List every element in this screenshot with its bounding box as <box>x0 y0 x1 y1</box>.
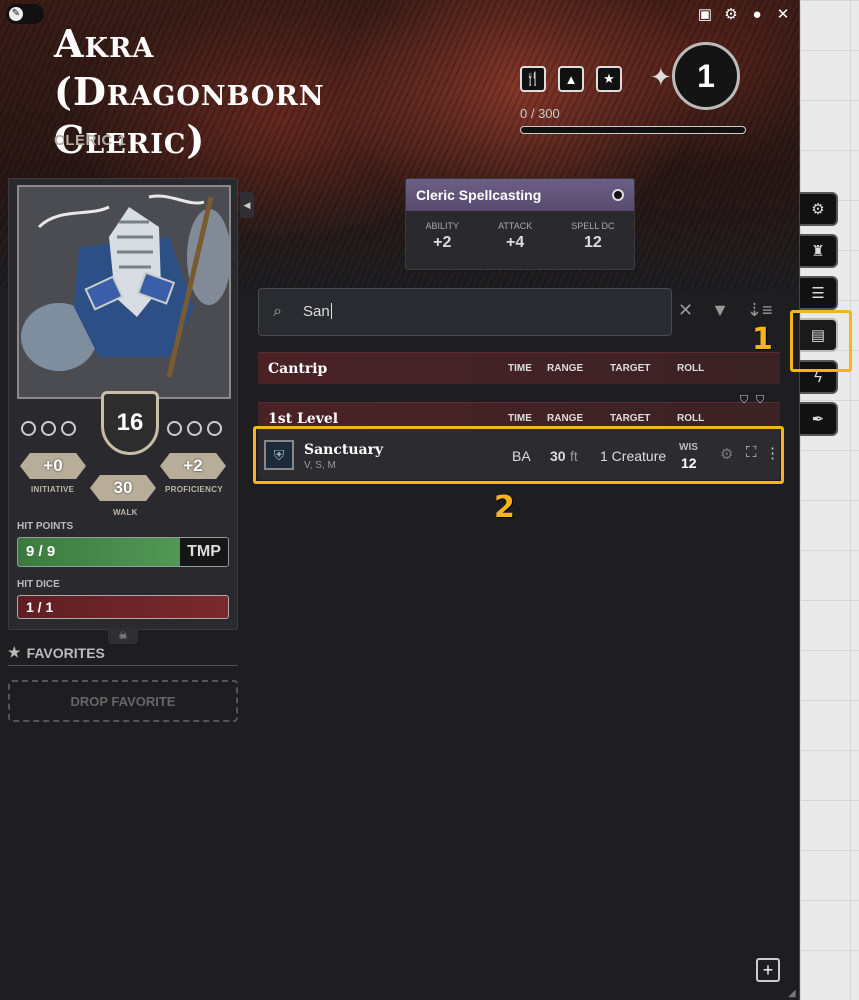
search-input[interactable]: San <box>303 303 332 320</box>
xp-bar[interactable] <box>520 126 746 134</box>
spell-dc-value: 12 <box>583 234 602 251</box>
spell-dc-label: SPELL DC <box>571 221 615 231</box>
search-icon: ⌕ <box>273 303 282 320</box>
tab-biography[interactable]: ✒ <box>800 402 838 436</box>
initiative-label: INITIATIVE <box>31 485 75 494</box>
proficiency-value: +2 <box>160 453 226 479</box>
annotation-label-1: 1 <box>752 322 773 357</box>
window-controls: ▣ ⚙ ● ✕ <box>697 6 791 24</box>
pip[interactable] <box>21 421 36 436</box>
level-badge[interactable]: 1 <box>672 42 740 110</box>
hit-points-label: HIT POINTS <box>17 521 74 532</box>
column-range: RANGE <box>547 413 584 424</box>
spell-search-box[interactable]: ⌕ San <box>258 288 672 336</box>
walk-speed-label: WALK <box>113 508 138 517</box>
spellcasting-stats: ABILITY +2 ATTACK +4 SPELL DC 12 <box>406 211 634 252</box>
inspiration-icon[interactable]: ★ <box>596 66 622 92</box>
favorites-section: ★ FAVORITES DROP FAVORITE <box>8 644 238 722</box>
column-target: TARGET <box>610 413 651 424</box>
spellcasting-title: Cleric Spellcasting <box>416 187 542 203</box>
journal-icon[interactable]: ▣ <box>697 6 713 23</box>
pip[interactable] <box>167 421 182 436</box>
cantrip-section-header: Cantrip TIME RANGE TARGET ROLL <box>258 352 780 384</box>
temp-hp-field[interactable]: TMP <box>180 538 228 566</box>
skull-icon: ☠ <box>118 630 128 642</box>
rest-controls: 🍴 ▲ ★ <box>520 66 622 92</box>
column-roll: ROLL <box>677 413 705 424</box>
resize-handle[interactable]: ◢ <box>788 988 796 999</box>
favorites-header: ★ FAVORITES <box>8 644 238 666</box>
sheet-mode-toggle[interactable]: ✎ <box>6 4 44 24</box>
spell-ability-value: +2 <box>433 234 452 251</box>
hit-points-bar[interactable]: 9 / 9 TMP <box>17 537 229 567</box>
highlight-box-2 <box>253 426 784 484</box>
short-rest-icon[interactable]: 🍴 <box>520 66 546 92</box>
annotation-label-2: 2 <box>494 490 515 525</box>
feather-icon: ✒ <box>811 411 825 428</box>
character-portrait[interactable] <box>17 185 231 399</box>
drop-favorite-zone[interactable]: DROP FAVORITE <box>8 680 238 722</box>
pip[interactable] <box>187 421 202 436</box>
pip[interactable] <box>61 421 76 436</box>
gear-icon: ⚙ <box>811 201 825 218</box>
column-range: RANGE <box>547 363 584 374</box>
search-tools: ✕ ▼ ⇣≡ <box>678 300 773 321</box>
hit-dice-value: 1 / 1 <box>26 599 54 615</box>
initiative-value[interactable]: +0 <box>20 453 86 479</box>
spell-ability-label: ABILITY <box>425 221 460 231</box>
filter-icon[interactable]: ▼ <box>711 300 729 321</box>
sort-icon[interactable]: ⇣≡ <box>747 300 773 321</box>
wrench-icon: ✎ <box>9 7 23 21</box>
proficiency-label: PROFICIENCY <box>165 485 223 494</box>
column-time: TIME <box>508 413 532 424</box>
backpack-icon: ♜ <box>811 243 825 260</box>
hit-dice-label: HIT DICE <box>17 579 60 590</box>
tab-inventory[interactable]: ♜ <box>800 234 838 268</box>
first-level-title: 1st Level <box>268 411 339 427</box>
pip[interactable] <box>207 421 222 436</box>
character-sheet: ✎ ▣ ⚙ ● ✕ Akra (Dragonborn Cleric) CLERI… <box>0 0 800 1000</box>
column-roll: ROLL <box>677 363 705 374</box>
long-rest-icon[interactable]: ▲ <box>558 66 584 92</box>
collapse-panel-toggle[interactable]: ◀ <box>240 192 254 218</box>
walk-speed-value[interactable]: 30 <box>90 475 156 501</box>
level-up-icon[interactable]: ✦ <box>650 62 672 93</box>
cantrip-title: Cantrip <box>268 361 328 377</box>
xp-text: 0 / 300 <box>520 106 560 121</box>
spell-attack: ATTACK +4 <box>498 221 532 252</box>
character-summary-panel: 16 +0 INITIATIVE 30 WALK +2 PROFICIENCY … <box>8 178 238 630</box>
death-saves-toggle[interactable]: ☠ <box>108 628 138 644</box>
list-icon: ☰ <box>811 285 825 302</box>
gear-icon[interactable]: ⚙ <box>723 6 739 23</box>
star-icon: ★ <box>8 644 21 660</box>
spellcasting-card: Cleric Spellcasting ABILITY +2 ATTACK +4 S… <box>405 178 635 270</box>
character-name-line-1: Akra (Dragonborn <box>54 21 325 114</box>
clear-search-icon[interactable]: ✕ <box>678 300 693 321</box>
spellcasting-header[interactable]: Cleric Spellcasting <box>406 179 634 211</box>
spell-attack-value: +4 <box>506 234 525 251</box>
left-resource-pips <box>21 421 76 436</box>
armor-class-badge[interactable]: 16 <box>101 391 159 455</box>
column-time: TIME <box>508 363 532 374</box>
right-resource-pips <box>167 421 222 436</box>
favorites-title: FAVORITES <box>26 644 105 661</box>
close-icon[interactable]: ✕ <box>775 6 791 23</box>
primary-spellcasting-radio[interactable] <box>612 189 624 201</box>
portrait-illustration <box>19 187 229 397</box>
highlight-box-1 <box>790 310 852 372</box>
hit-points-value: 9 / 9 <box>26 543 56 560</box>
column-target: TARGET <box>610 363 651 374</box>
class-level: CLERIC 1 <box>54 132 127 149</box>
tab-features[interactable]: ☰ <box>800 276 838 310</box>
spell-ability: ABILITY +2 <box>426 221 460 252</box>
add-button[interactable]: + <box>756 958 780 982</box>
spell-slot-shield-icon[interactable]: ⛉ <box>756 394 764 407</box>
hit-dice-bar[interactable]: 1 / 1 <box>17 595 229 619</box>
pip[interactable] <box>41 421 56 436</box>
tab-attributes[interactable]: ⚙ <box>800 192 838 226</box>
user-icon[interactable]: ● <box>749 6 765 23</box>
spell-slot-shield-icon[interactable]: ⛉ <box>740 394 748 407</box>
spell-attack-label: ATTACK <box>498 221 533 231</box>
spell-dc: SPELL DC 12 <box>571 221 614 252</box>
